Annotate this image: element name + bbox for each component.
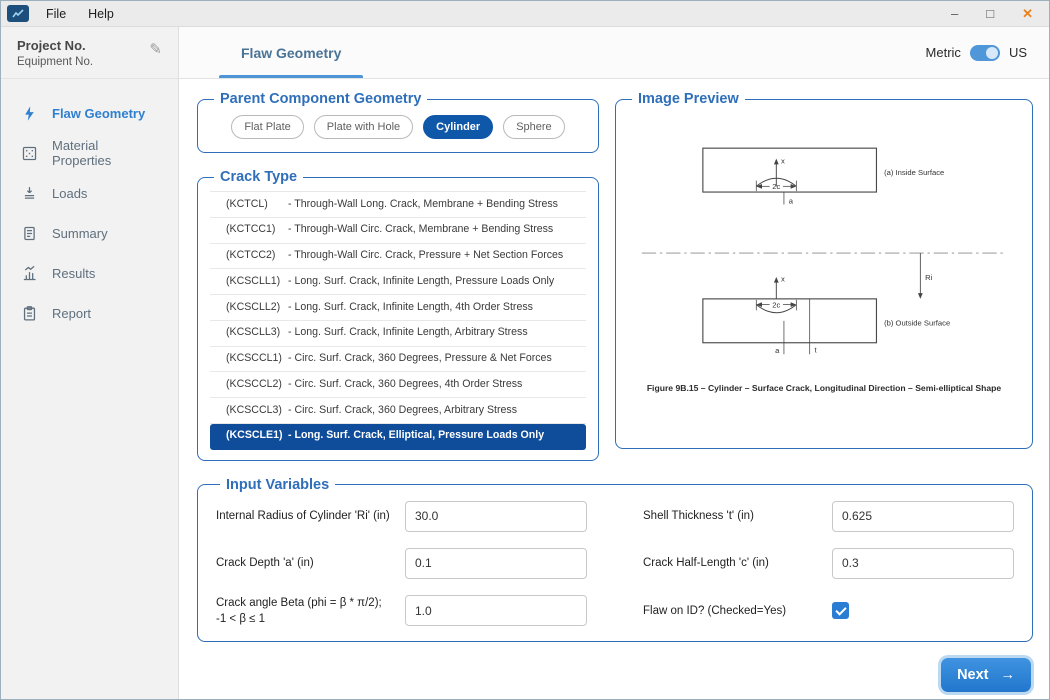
crack-type-section: Crack Type (KCTCL)- Through-Wall Long. C… xyxy=(197,169,599,461)
minimize-button[interactable]: – xyxy=(951,6,958,22)
svg-text:x: x xyxy=(781,156,785,165)
parent-geometry-section: Parent Component Geometry Flat Plate Pla… xyxy=(197,91,599,153)
crack-type-row[interactable]: (KCSCCL1)- Circ. Surf. Crack, 360 Degree… xyxy=(210,347,586,373)
project-number-label: Project No. xyxy=(17,38,93,53)
svg-text:2c: 2c xyxy=(772,182,780,191)
arrow-right-icon: → xyxy=(1001,667,1016,683)
sidebar-item-report[interactable]: Report xyxy=(1,293,178,333)
sidebar-item-label: Flaw Geometry xyxy=(52,106,145,121)
sidebar-item-label: Loads xyxy=(52,186,87,201)
menu-help[interactable]: Help xyxy=(85,5,117,23)
crack-type-row[interactable]: (KCTCL)- Through-Wall Long. Crack, Membr… xyxy=(210,192,586,218)
units-switcher: Metric US xyxy=(926,27,1027,78)
svg-text:x: x xyxy=(781,275,785,284)
crack-type-legend: Crack Type xyxy=(214,169,303,185)
menu-file[interactable]: File xyxy=(43,5,69,23)
crack-type-row[interactable]: (KCTCC2)- Through-Wall Circ. Crack, Pres… xyxy=(210,244,586,270)
window-controls: – □ ✕ xyxy=(951,6,1049,22)
menu-bar: File Help xyxy=(43,5,117,23)
svg-text:(a) Inside Surface: (a) Inside Surface xyxy=(884,168,944,177)
app-icon xyxy=(7,5,29,22)
svg-text:(b) Outside Surface: (b) Outside Surface xyxy=(884,319,950,328)
svg-text:a: a xyxy=(789,196,794,205)
crack-type-list: (KCTCL)- Through-Wall Long. Crack, Membr… xyxy=(210,191,586,450)
shell-thickness-input[interactable] xyxy=(832,501,1014,532)
titlebar: File Help – □ ✕ xyxy=(1,1,1049,27)
crack-type-row[interactable]: (KCSCCL3)- Circ. Surf. Crack, 360 Degree… xyxy=(210,398,586,424)
report-clipboard-icon xyxy=(21,305,38,322)
crack-type-row[interactable]: (KCSCLL3)- Long. Surf. Crack, Infinite L… xyxy=(210,321,586,347)
crack-half-length-label: Crack Half-Length 'c' (in) xyxy=(643,555,820,571)
svg-text:2c: 2c xyxy=(772,300,780,309)
flaw-on-id-checkbox[interactable] xyxy=(832,602,849,619)
crack-type-row-selected[interactable]: (KCSCLE1)- Long. Surf. Crack, Elliptical… xyxy=(210,424,586,450)
parent-geometry-legend: Parent Component Geometry xyxy=(214,91,427,107)
next-button[interactable]: Next → xyxy=(941,658,1031,692)
material-grid-icon xyxy=(21,145,38,162)
internal-radius-label: Internal Radius of Cylinder 'Ri' (in) xyxy=(216,508,393,524)
geometry-cylinder-button[interactable]: Cylinder xyxy=(423,115,493,139)
crack-angle-beta-input[interactable] xyxy=(405,595,587,626)
document-list-icon xyxy=(21,225,38,242)
svg-text:Ri: Ri xyxy=(925,273,933,282)
equipment-number-label: Equipment No. xyxy=(17,56,93,68)
crack-type-row[interactable]: (KCSCLL2)- Long. Surf. Crack, Infinite L… xyxy=(210,295,586,321)
sidebar-item-label: Results xyxy=(52,266,95,281)
svg-text:a: a xyxy=(775,346,780,355)
header-main: Flaw Geometry Metric US xyxy=(179,27,1049,78)
crack-depth-input[interactable] xyxy=(405,548,587,579)
edit-project-icon[interactable]: ✎ xyxy=(149,40,162,58)
shell-thickness-label: Shell Thickness 't' (in) xyxy=(643,508,820,524)
flaw-on-id-label: Flaw on ID? (Checked=Yes) xyxy=(643,603,820,619)
page-title: Flaw Geometry xyxy=(241,45,341,61)
crack-type-row[interactable]: (KCSCCL2)- Circ. Surf. Crack, 360 Degree… xyxy=(210,372,586,398)
image-preview-legend: Image Preview xyxy=(632,91,745,107)
sidebar-item-loads[interactable]: Loads xyxy=(1,173,178,213)
toggle-knob xyxy=(986,47,998,59)
project-info: Project No. Equipment No. ✎ xyxy=(1,27,179,78)
sidebar-item-results[interactable]: Results xyxy=(1,253,178,293)
units-metric-label: Metric xyxy=(926,45,961,60)
crack-half-length-input[interactable] xyxy=(832,548,1014,579)
internal-radius-input[interactable] xyxy=(405,501,587,532)
image-preview-section: Image Preview x 2c a xyxy=(615,91,1033,449)
main-content: Parent Component Geometry Flat Plate Pla… xyxy=(179,79,1049,699)
crack-type-row[interactable]: (KCSCLL1)- Long. Surf. Crack, Infinite L… xyxy=(210,269,586,295)
input-variables-section: Input Variables Internal Radius of Cylin… xyxy=(197,477,1033,642)
lightning-bolt-icon xyxy=(21,105,38,122)
units-toggle[interactable] xyxy=(970,45,1000,61)
sidebar-item-material-properties[interactable]: Material Properties xyxy=(1,133,178,173)
sidebar-item-label: Summary xyxy=(52,226,108,241)
sidebar-item-summary[interactable]: Summary xyxy=(1,213,178,253)
bar-chart-icon xyxy=(21,265,38,282)
geometry-flat-plate-button[interactable]: Flat Plate xyxy=(231,115,303,139)
loads-weight-icon xyxy=(21,185,38,202)
crack-angle-beta-label: Crack angle Beta (phi = β * π/2); -1 < β… xyxy=(216,595,393,627)
units-us-label: US xyxy=(1009,45,1027,60)
maximize-button[interactable]: □ xyxy=(986,6,994,22)
geometry-sphere-button[interactable]: Sphere xyxy=(503,115,564,139)
input-variables-legend: Input Variables xyxy=(220,477,335,493)
sidebar-item-label: Material Properties xyxy=(52,138,158,168)
crack-depth-label: Crack Depth 'a' (in) xyxy=(216,555,393,571)
crack-type-row[interactable]: (KCTCC1)- Through-Wall Circ. Crack, Memb… xyxy=(210,218,586,244)
tab-flaw-geometry[interactable]: Flaw Geometry xyxy=(219,27,363,78)
sidebar: Flaw Geometry Material Properties Loads … xyxy=(1,79,179,699)
footer: Next → xyxy=(197,642,1033,692)
figure-caption: Figure 9B.15 – Cylinder – Surface Crack,… xyxy=(639,383,1009,393)
header: Project No. Equipment No. ✎ Flaw Geometr… xyxy=(1,27,1049,79)
sidebar-item-flaw-geometry[interactable]: Flaw Geometry xyxy=(1,93,178,133)
close-button[interactable]: ✕ xyxy=(1022,6,1033,22)
svg-text:t: t xyxy=(814,345,817,354)
crack-geometry-diagram: x 2c a (a) Inside Surface xyxy=(638,139,1010,371)
geometry-plate-with-hole-button[interactable]: Plate with Hole xyxy=(314,115,413,139)
sidebar-item-label: Report xyxy=(52,306,91,321)
next-button-label: Next xyxy=(957,667,988,683)
